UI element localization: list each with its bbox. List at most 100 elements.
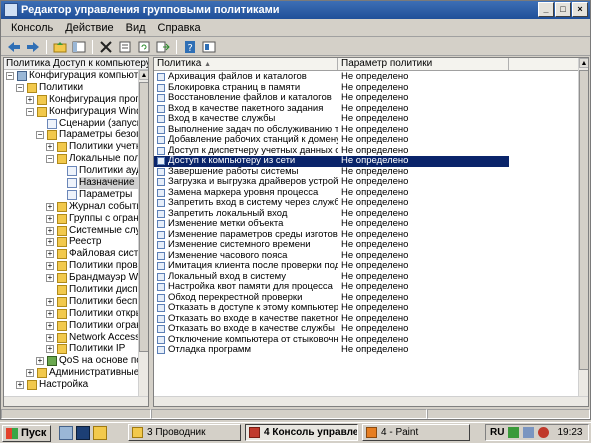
expand-icon[interactable]: + xyxy=(46,297,54,306)
tree-item[interactable]: + Network Access xyxy=(4,332,148,344)
tree-item[interactable]: + Политики учетных xyxy=(4,141,148,153)
policy-row[interactable]: Завершение работы системы Не определено xyxy=(154,167,580,178)
refresh-icon[interactable] xyxy=(135,39,153,55)
menu-view[interactable]: Вид xyxy=(120,19,152,37)
policy-row[interactable]: Отказать во входе в качестве службы Не оп… xyxy=(154,324,580,335)
expand-icon[interactable]: + xyxy=(46,250,54,259)
delete-icon[interactable] xyxy=(97,39,115,55)
taskbar-button-paint[interactable]: 4 - Paint xyxy=(362,424,470,441)
column-setting[interactable]: Параметр политики xyxy=(338,58,509,70)
policy-row[interactable]: Запретить локальный вход Не определено xyxy=(154,209,580,220)
tree-item[interactable]: + Группы с ограниченным xyxy=(4,213,148,225)
collapse-icon[interactable]: − xyxy=(16,83,24,92)
powershell-icon[interactable] xyxy=(76,426,91,440)
tree-item[interactable]: + Журнал событий xyxy=(4,201,148,213)
tree-item[interactable]: + Политики IP xyxy=(4,343,148,355)
security-icon[interactable] xyxy=(508,427,520,438)
policy-row[interactable]: Имитация клиента после проверки подли...… xyxy=(154,261,580,272)
minimize-button[interactable]: _ xyxy=(538,2,554,17)
tree-vertical-scrollbar[interactable]: ▲ xyxy=(138,70,148,398)
policy-row[interactable]: Архивация файлов и каталогов Не определен… xyxy=(154,72,580,83)
list-horizontal-scrollbar[interactable] xyxy=(154,396,588,406)
tree-item[interactable]: + QoS на основе политики xyxy=(4,355,148,367)
help-icon[interactable]: ? xyxy=(181,39,199,55)
policy-row[interactable]: Изменение параметров среды изготовителяН… xyxy=(154,230,580,241)
policy-row[interactable]: Доступ к диспетчеру учетных данных от...… xyxy=(154,146,580,157)
policy-row[interactable]: Загрузка и выгрузка драйверов устройств Н… xyxy=(154,177,580,188)
server-manager-icon[interactable] xyxy=(59,426,74,440)
tree-item[interactable]: + Административные шаблоны xyxy=(4,367,148,379)
help-topic-icon[interactable] xyxy=(200,39,218,55)
export-icon[interactable] xyxy=(154,39,172,55)
close-button[interactable]: × xyxy=(572,2,588,17)
start-button[interactable]: Пуск xyxy=(2,424,52,442)
policy-row[interactable]: Запретить вход в систему через службу ..… xyxy=(154,198,580,209)
taskbar-button-mmc[interactable]: 4 Консоль управле... xyxy=(245,424,358,441)
tree-item[interactable]: Сценарии (запуск) xyxy=(4,118,148,130)
tree-item[interactable]: + Брандмауэр Windows xyxy=(4,272,148,284)
tree-item[interactable]: − Политики xyxy=(4,82,148,94)
policy-row[interactable]: Доступ к компьютеру из сети Не определено xyxy=(154,156,580,167)
expand-icon[interactable]: + xyxy=(46,143,54,152)
policy-row[interactable]: Вход в качестве пакетного задания Не опре… xyxy=(154,104,580,115)
expand-icon[interactable]: + xyxy=(46,262,54,271)
policy-row[interactable]: Локальный вход в систему Не определено xyxy=(154,272,580,283)
collapse-icon[interactable]: − xyxy=(6,72,14,80)
expand-icon[interactable]: + xyxy=(26,369,34,378)
up-folder-icon[interactable] xyxy=(51,39,69,55)
explorer-icon[interactable] xyxy=(93,426,108,440)
policy-row[interactable]: Вход в качестве службы Не определено xyxy=(154,114,580,125)
policy-row[interactable]: Отладка программ Не определено xyxy=(154,345,580,356)
expand-icon[interactable]: + xyxy=(46,202,54,211)
tree-item[interactable]: + Файловая система xyxy=(4,248,148,260)
tree-item[interactable]: + Системные службы xyxy=(4,225,148,237)
show-hide-tree-icon[interactable] xyxy=(70,39,88,55)
expand-icon[interactable]: + xyxy=(46,321,54,330)
tree-item[interactable]: + Политики проводной xyxy=(4,260,148,272)
scroll-up-icon[interactable]: ▲ xyxy=(139,70,148,80)
expand-icon[interactable]: + xyxy=(46,345,54,354)
expand-icon[interactable]: + xyxy=(26,95,34,104)
tree-item[interactable]: − Локальные политики xyxy=(4,153,148,165)
volume-muted-icon[interactable] xyxy=(538,427,550,438)
tree-horizontal-scrollbar[interactable] xyxy=(4,396,148,406)
taskbar-button-explorer[interactable]: 3 Проводник xyxy=(128,424,241,441)
tree-item[interactable]: + Политики ограниченного xyxy=(4,320,148,332)
tree-item[interactable]: + Настройка xyxy=(4,379,148,391)
forward-arrow-icon[interactable] xyxy=(24,39,42,55)
collapse-icon[interactable]: − xyxy=(36,131,44,140)
policy-row[interactable]: Изменение часового пояса Не определено xyxy=(154,251,580,262)
policy-row[interactable]: Изменение метки объекта Не определено xyxy=(154,219,580,230)
policy-row[interactable]: Блокировка страниц в памяти Не определено xyxy=(154,83,580,94)
tree-item[interactable]: − Параметры безопасности xyxy=(4,129,148,141)
policy-row[interactable]: Восстановление файлов и каталогов Не опре… xyxy=(154,93,580,104)
policy-row[interactable]: Добавление рабочих станций к домену Не оп… xyxy=(154,135,580,146)
menu-help[interactable]: Справка xyxy=(152,19,207,37)
expand-icon[interactable]: + xyxy=(46,333,54,342)
expand-icon[interactable]: + xyxy=(46,226,54,235)
properties-icon[interactable] xyxy=(116,39,134,55)
tree-scroll-thumb[interactable] xyxy=(139,82,148,352)
column-policy[interactable]: Политика ▲ xyxy=(154,58,338,70)
expand-icon[interactable]: + xyxy=(46,309,54,318)
title-bar[interactable]: Редактор управления групповыми политикам… xyxy=(1,1,590,19)
tree-item[interactable]: − Конфигурация Windows xyxy=(4,106,148,118)
language-indicator[interactable]: RU xyxy=(490,427,504,438)
policy-row[interactable]: Отключение компьютера от стыковочно... Не… xyxy=(154,335,580,346)
policy-row[interactable]: Изменение системного времени Не определен… xyxy=(154,240,580,251)
policy-row[interactable]: Настройка квот памяти для процесса Не опр… xyxy=(154,282,580,293)
maximize-button[interactable]: □ xyxy=(555,2,571,17)
list-vertical-scrollbar[interactable]: ▲ xyxy=(578,58,588,406)
tree-item[interactable]: Политики диспетчера xyxy=(4,284,148,296)
tree-item[interactable]: + Политики открытого xyxy=(4,308,148,320)
list-scroll-thumb[interactable] xyxy=(579,70,588,370)
expand-icon[interactable]: + xyxy=(36,357,44,366)
menu-console[interactable]: Консоль xyxy=(5,19,59,37)
tree-item[interactable]: Политики аудита xyxy=(4,165,148,177)
expand-icon[interactable]: + xyxy=(16,381,24,390)
collapse-icon[interactable]: − xyxy=(46,155,54,164)
policy-row[interactable]: Замена маркера уровня процесса Не определ… xyxy=(154,188,580,199)
expand-icon[interactable]: + xyxy=(46,274,54,283)
collapse-icon[interactable]: − xyxy=(26,107,34,116)
expand-icon[interactable]: + xyxy=(46,214,54,223)
